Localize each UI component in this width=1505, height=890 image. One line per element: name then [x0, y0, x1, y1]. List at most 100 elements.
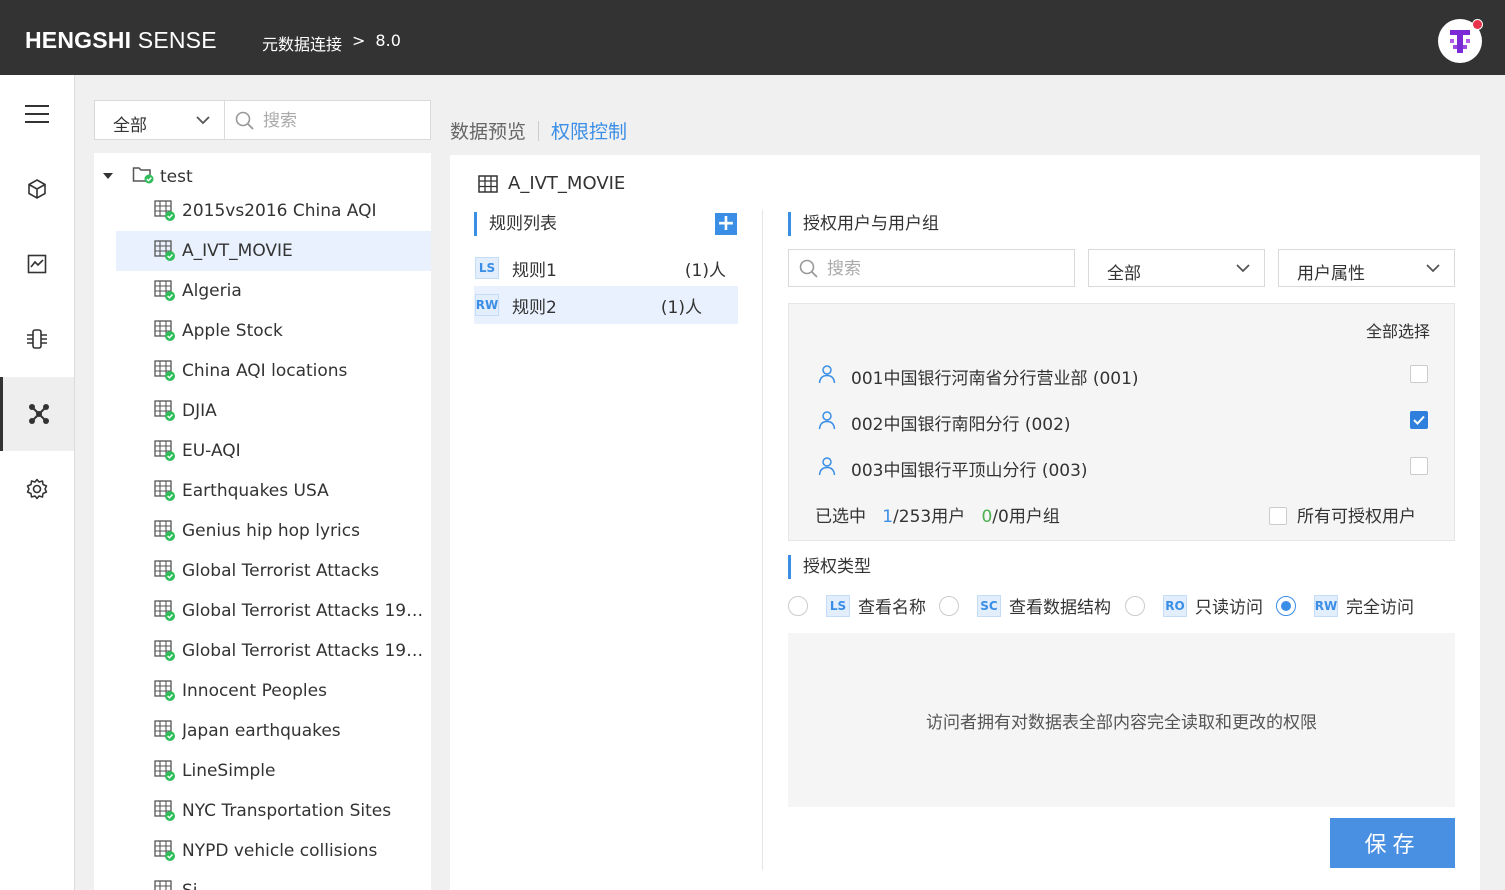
user-avatar[interactable]	[1438, 19, 1483, 63]
tree-item[interactable]: NYPD vehicle collisions	[116, 831, 431, 871]
auth-type-label: 查看名称	[858, 598, 926, 618]
tree-item[interactable]: Global Terrorist Attacks 1970 t...	[116, 591, 431, 631]
tree-item-label: Global Terrorist Attacks 1970 t...	[182, 601, 428, 621]
tree-item[interactable]: Earthquakes USA	[116, 471, 431, 511]
user-icon	[818, 365, 836, 384]
rule-item-2[interactable]: RW 规则2 (1)人	[474, 286, 738, 324]
all-authorizable-users-option[interactable]: 所有可授权用户	[1269, 502, 1416, 527]
stat-group-count: 0	[981, 507, 993, 527]
dataset-table-icon	[154, 480, 175, 501]
tree-folder-test[interactable]: test	[94, 161, 431, 191]
category-filter-value: 全部	[113, 116, 147, 136]
chevron-down-icon	[196, 116, 210, 125]
rule-item-1[interactable]: LS 规则1 (1)人	[474, 249, 738, 287]
tree-item[interactable]: A_IVT_MOVIE	[116, 231, 431, 271]
tree-item-label: Innocent Peoples	[182, 681, 327, 701]
stat-group-total: /0用户组	[992, 507, 1060, 527]
dataset-table-icon	[154, 520, 175, 541]
chart-icon	[27, 254, 47, 274]
auth-type-radio[interactable]	[1276, 595, 1296, 616]
select-all-link[interactable]: 全部选择	[1366, 318, 1430, 342]
left-nav	[0, 75, 75, 890]
user-row[interactable]: 001中国银行河南省分行营业部 (001)	[789, 359, 1454, 389]
sidebar-search	[224, 100, 431, 140]
tree-item[interactable]: Japan earthquakes	[116, 711, 431, 751]
dataset-table-icon	[154, 600, 175, 621]
user-search	[788, 249, 1075, 287]
nav-charts[interactable]	[0, 227, 74, 301]
user-row[interactable]: 003中国银行平顶山分行 (003)	[789, 451, 1454, 481]
auth-type-radio[interactable]	[788, 595, 808, 616]
breadcrumb-item-connections[interactable]: 元数据连接	[262, 31, 342, 55]
user-icon	[818, 457, 836, 476]
user-checkbox[interactable]	[1410, 365, 1428, 383]
category-filter-select[interactable]: 全部	[94, 100, 225, 140]
tree-item[interactable]: China AQI locations	[116, 351, 431, 391]
tree-item[interactable]: Global Terrorist Attacks 1992 t...	[116, 631, 431, 671]
tree-item[interactable]: Apple Stock	[116, 311, 431, 351]
all-authorizable-checkbox[interactable]	[1269, 507, 1287, 525]
dataset-icon	[154, 720, 176, 746]
add-rule-button[interactable]: +	[715, 213, 737, 235]
chevron-down-icon	[1426, 264, 1440, 273]
tree-item[interactable]: DJIA	[116, 391, 431, 431]
tree-item[interactable]: Algeria	[116, 271, 431, 311]
user-type-select[interactable]: 全部	[1088, 249, 1265, 287]
tree-item[interactable]: LineSimple	[116, 751, 431, 791]
auth-type-option[interactable]: RO 只读访问	[1125, 593, 1263, 618]
rule-badge: RW	[475, 294, 499, 316]
tree-item[interactable]: Global Terrorist Attacks	[116, 551, 431, 591]
user-checkbox[interactable]	[1410, 457, 1428, 475]
auth-description: 访问者拥有对数据表全部内容完全读取和更改的权限	[788, 633, 1455, 807]
tree-item[interactable]: Genius hip hop lyrics	[116, 511, 431, 551]
nav-connections[interactable]	[0, 377, 74, 451]
auth-type-label: 查看数据结构	[1009, 598, 1111, 618]
dataset-table-icon	[154, 360, 175, 381]
tab-separator	[538, 120, 540, 141]
user-list-box: 全部选择 已选中 1/253用户 0/0用户组 所有可授权用户 001中国银行河…	[788, 303, 1455, 541]
user-search-input[interactable]	[827, 255, 1067, 283]
user-type-value: 全部	[1107, 264, 1141, 284]
tree-item[interactable]: NYC Transportation Sites	[116, 791, 431, 831]
dataset-table-icon	[154, 320, 175, 341]
tab-data-preview[interactable]: 数据预览	[450, 117, 526, 144]
tree-item[interactable]: Si...	[116, 871, 431, 890]
user-checkbox[interactable]	[1410, 411, 1428, 429]
nav-menu[interactable]	[0, 77, 74, 151]
auth-type-radio[interactable]	[939, 595, 959, 616]
sidebar-search-input[interactable]	[263, 107, 423, 135]
dataflow-icon	[27, 329, 47, 349]
caret-down-icon[interactable]	[103, 173, 113, 179]
nav-dataflow[interactable]	[0, 302, 74, 376]
user-name: 002中国银行南阳分行 (002)	[851, 415, 1071, 435]
tree-item[interactable]: 2015vs2016 China AQI	[116, 191, 431, 231]
tab-permission-control[interactable]: 权限控制	[551, 117, 627, 144]
auth-type-radio[interactable]	[1125, 595, 1145, 616]
column-divider	[762, 210, 763, 870]
dataset-table-icon	[154, 800, 175, 821]
user-attribute-select[interactable]: 用户属性	[1278, 249, 1455, 287]
user-row[interactable]: 002中国银行南阳分行 (002)	[789, 405, 1454, 435]
table-title: A_IVT_MOVIE	[478, 173, 625, 194]
tree-item[interactable]: Innocent Peoples	[116, 671, 431, 711]
brand-logo[interactable]: HENGSHI SENSE	[25, 27, 217, 54]
auth-type-label: 完全访问	[1346, 598, 1414, 618]
table-icon	[478, 174, 498, 193]
user-name: 001中国银行河南省分行营业部 (001)	[851, 369, 1139, 389]
tree-item[interactable]: EU-AQI	[116, 431, 431, 471]
dataset-table-icon	[154, 640, 175, 661]
auth-type-option[interactable]: RW 完全访问	[1276, 593, 1414, 618]
tree-item-label: A_IVT_MOVIE	[182, 241, 293, 261]
tree-item-label: Global Terrorist Attacks 1992 t...	[182, 641, 428, 661]
dataset-icon	[154, 520, 176, 546]
breadcrumb: 元数据连接 > 8.0	[262, 31, 401, 55]
nav-datasets[interactable]	[0, 152, 74, 226]
user-icon	[818, 411, 836, 430]
save-button[interactable]: 保存	[1330, 818, 1455, 868]
connection-icon	[28, 404, 49, 424]
table-name: A_IVT_MOVIE	[508, 173, 626, 194]
auth-type-option[interactable]: LS 查看名称	[788, 593, 926, 618]
auth-type-option[interactable]: SC 查看数据结构	[939, 593, 1111, 618]
nav-settings[interactable]	[0, 452, 74, 526]
breadcrumb-item-current: 8.0	[375, 31, 401, 50]
